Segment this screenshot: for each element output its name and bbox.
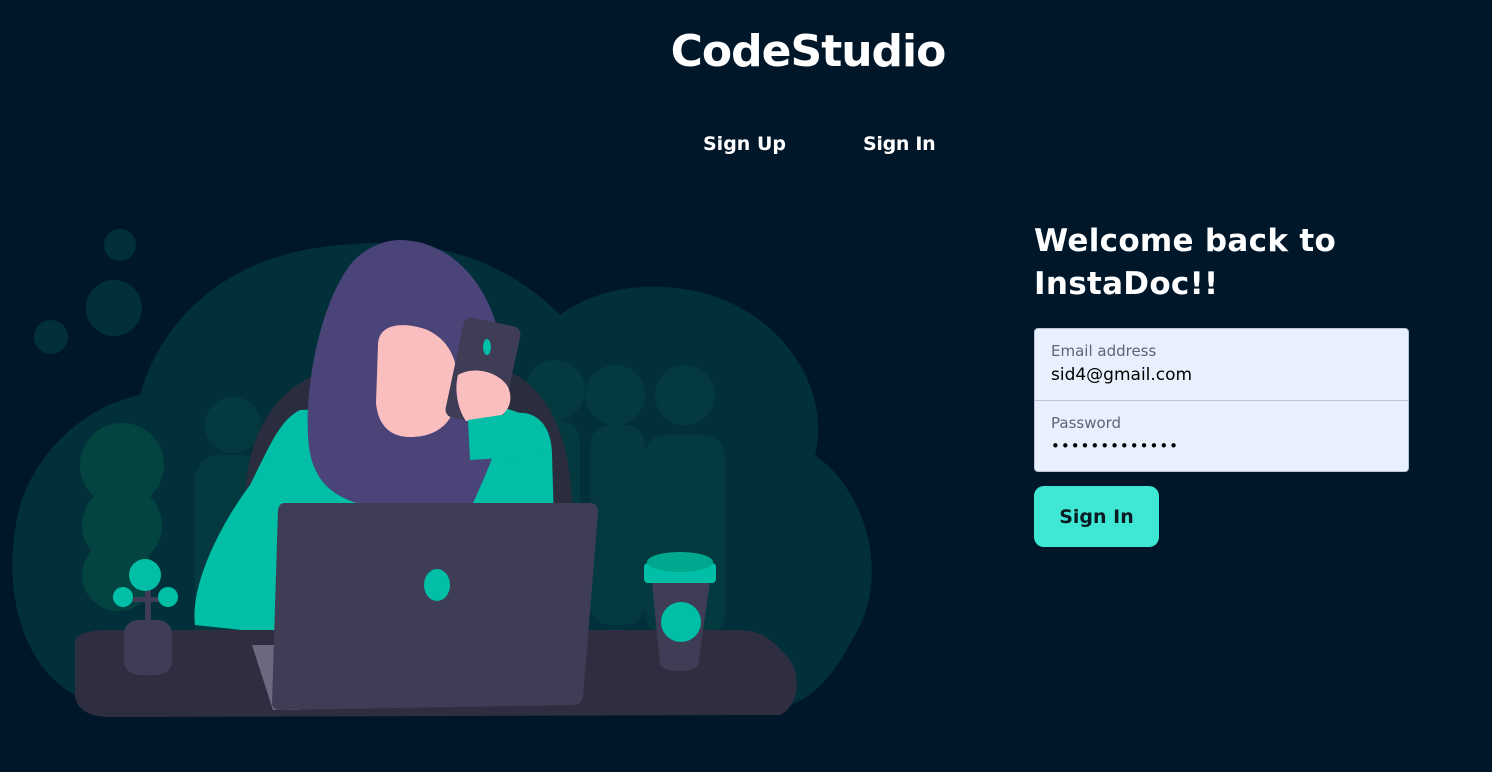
password-field-container: Password (1035, 400, 1408, 471)
arm (468, 412, 552, 460)
email-input[interactable] (1051, 365, 1392, 385)
nav-sign-in-link[interactable]: Sign In (863, 133, 936, 155)
brand-logo: CodeStudio (670, 26, 947, 77)
laptop (272, 503, 598, 710)
bubble (86, 280, 142, 336)
email-field-container: Email address (1035, 329, 1408, 400)
laptop-logo (424, 569, 450, 601)
email-label: Email address (1051, 342, 1157, 360)
sign-in-form: Welcome back to InstaDoc!! Email address… (1034, 220, 1409, 547)
password-input[interactable] (1051, 437, 1392, 455)
sign-in-button[interactable]: Sign In (1034, 486, 1159, 547)
bubble (104, 229, 136, 261)
password-label: Password (1051, 414, 1122, 432)
auth-nav: Sign Up Sign In (703, 133, 936, 155)
nav-sign-up-link[interactable]: Sign Up (703, 133, 786, 155)
woman-at-laptop-illustration (12, 229, 872, 717)
welcome-heading: Welcome back to InstaDoc!! (1034, 223, 1337, 302)
credentials-group: Email address Password (1034, 328, 1409, 472)
bubble (34, 320, 68, 354)
